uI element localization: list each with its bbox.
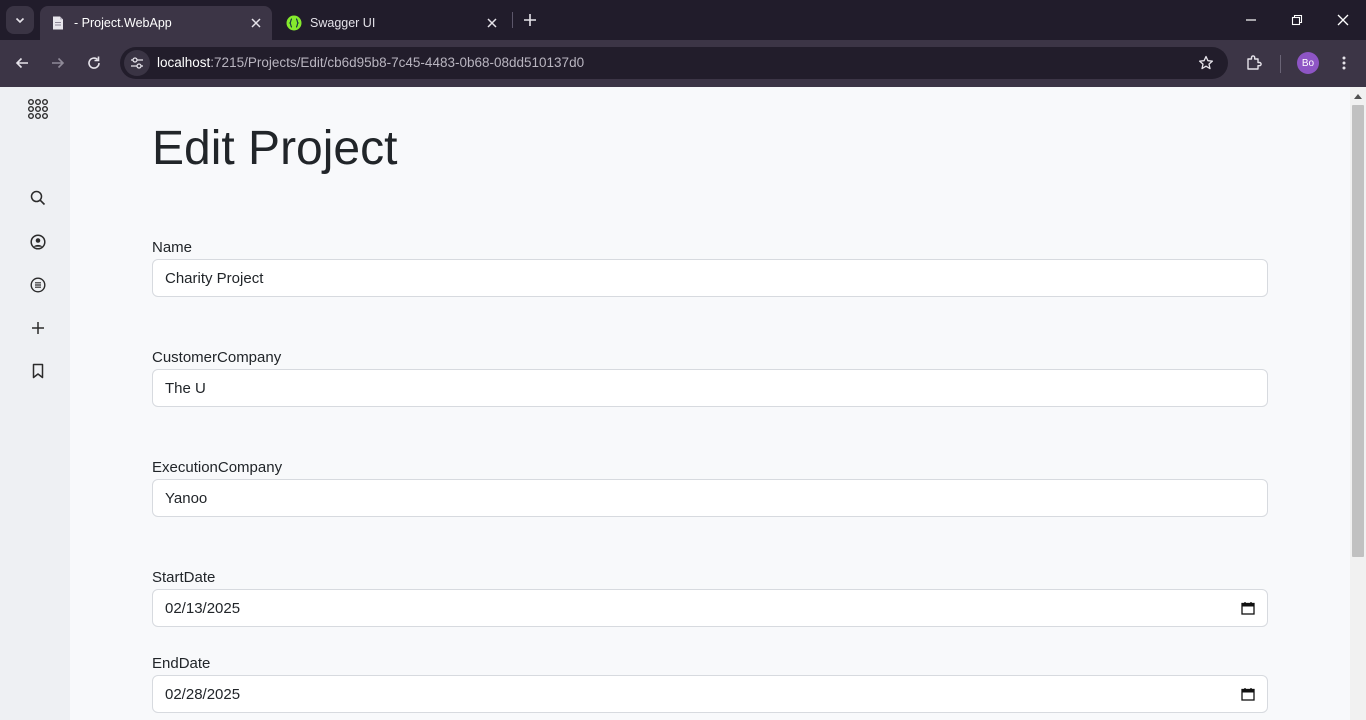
new-tab-button[interactable] bbox=[518, 8, 542, 32]
calendar-picker-button[interactable] bbox=[1229, 590, 1267, 626]
tab-project-webapp[interactable]: - Project.WebApp bbox=[40, 6, 272, 40]
customer-company-input[interactable]: The U bbox=[152, 369, 1268, 407]
side-rail bbox=[0, 87, 70, 720]
calendar-picker-button[interactable] bbox=[1229, 676, 1267, 712]
address-bar[interactable]: localhost:7215/Projects/Edit/cb6d95b8-7c… bbox=[120, 47, 1228, 79]
arrow-up-icon bbox=[1354, 94, 1362, 99]
customer-company-value: The U bbox=[165, 379, 206, 397]
account-button[interactable] bbox=[23, 227, 53, 257]
reload-button[interactable] bbox=[80, 49, 108, 77]
close-icon bbox=[1337, 14, 1349, 26]
end-date-input[interactable]: 02/28/2025 bbox=[152, 675, 1268, 713]
bookmarks-button[interactable] bbox=[23, 356, 53, 386]
tab-search-button[interactable] bbox=[6, 6, 34, 34]
account-icon bbox=[30, 234, 46, 250]
scroll-up-button[interactable] bbox=[1350, 87, 1366, 105]
close-window-button[interactable] bbox=[1320, 0, 1366, 40]
page-title: Edit Project bbox=[152, 122, 398, 175]
execution-company-input[interactable]: Yanoo bbox=[152, 479, 1268, 517]
chevron-down-icon bbox=[15, 17, 25, 24]
puzzle-icon bbox=[1247, 55, 1262, 70]
forward-button[interactable] bbox=[44, 49, 72, 77]
back-button[interactable] bbox=[8, 49, 36, 77]
customer-company-label: CustomerCompany bbox=[152, 349, 282, 366]
browser-toolbar: localhost:7215/Projects/Edit/cb6d95b8-7c… bbox=[0, 40, 1366, 87]
profile-avatar[interactable]: Bo bbox=[1297, 52, 1319, 74]
restore-button[interactable] bbox=[1274, 0, 1320, 40]
tab-divider bbox=[512, 12, 513, 28]
reload-icon bbox=[88, 56, 100, 69]
close-tab-icon[interactable] bbox=[482, 13, 502, 33]
browser-menu-button[interactable] bbox=[1330, 49, 1358, 77]
end-date-value: 02/28/2025 bbox=[165, 685, 241, 703]
tab-swagger-ui[interactable]: Swagger UI bbox=[276, 6, 508, 40]
url-host: localhost bbox=[157, 55, 211, 70]
url-text[interactable]: localhost:7215/Projects/Edit/cb6d95b8-7c… bbox=[157, 47, 584, 79]
list-button[interactable] bbox=[23, 270, 53, 300]
list-icon bbox=[30, 277, 46, 293]
calendar-icon bbox=[1241, 602, 1255, 615]
page-content: Edit Project Name Charity Project Custom… bbox=[70, 87, 1350, 720]
name-input[interactable]: Charity Project bbox=[152, 259, 1268, 297]
plus-icon bbox=[524, 14, 536, 26]
plus-icon bbox=[32, 322, 44, 334]
apps-button[interactable] bbox=[23, 94, 53, 124]
toolbar-divider bbox=[1280, 55, 1281, 73]
swagger-icon bbox=[286, 15, 302, 31]
tune-icon bbox=[131, 57, 143, 69]
arrow-right-icon bbox=[52, 57, 65, 69]
search-icon bbox=[30, 190, 46, 206]
close-tab-icon[interactable] bbox=[246, 13, 266, 33]
execution-company-label: ExecutionCompany bbox=[152, 459, 283, 476]
bookmark-icon bbox=[32, 363, 44, 379]
scrollbar-thumb[interactable] bbox=[1352, 105, 1364, 557]
restore-icon bbox=[1291, 14, 1303, 26]
name-label: Name bbox=[152, 239, 193, 256]
extensions-button[interactable] bbox=[1240, 49, 1268, 77]
tab-title: - Project.WebApp bbox=[74, 16, 172, 30]
add-button[interactable] bbox=[23, 313, 53, 343]
site-info-button[interactable] bbox=[124, 50, 150, 76]
minimize-icon bbox=[1246, 19, 1256, 21]
page-icon bbox=[53, 16, 63, 30]
vertical-scrollbar[interactable] bbox=[1350, 87, 1366, 720]
start-date-value: 02/13/2025 bbox=[165, 599, 241, 617]
start-date-label: StartDate bbox=[152, 569, 216, 586]
minimize-button[interactable] bbox=[1228, 0, 1274, 40]
execution-company-value: Yanoo bbox=[165, 489, 208, 507]
more-vert-icon bbox=[1342, 56, 1346, 70]
url-path: :7215/Projects/Edit/cb6d95b8-7c45-4483-0… bbox=[210, 55, 585, 70]
end-date-label: EndDate bbox=[152, 655, 211, 672]
star-icon bbox=[1198, 55, 1214, 70]
arrow-left-icon bbox=[15, 57, 28, 69]
tab-title: Swagger UI bbox=[310, 16, 376, 30]
bookmark-star-button[interactable] bbox=[1194, 51, 1218, 75]
tab-strip: - Project.WebApp Swagger UI bbox=[0, 0, 1366, 40]
calendar-icon bbox=[1241, 688, 1255, 701]
search-button[interactable] bbox=[23, 183, 53, 213]
start-date-input[interactable]: 02/13/2025 bbox=[152, 589, 1268, 627]
apps-grid-icon bbox=[28, 99, 48, 119]
name-value: Charity Project bbox=[165, 269, 264, 287]
